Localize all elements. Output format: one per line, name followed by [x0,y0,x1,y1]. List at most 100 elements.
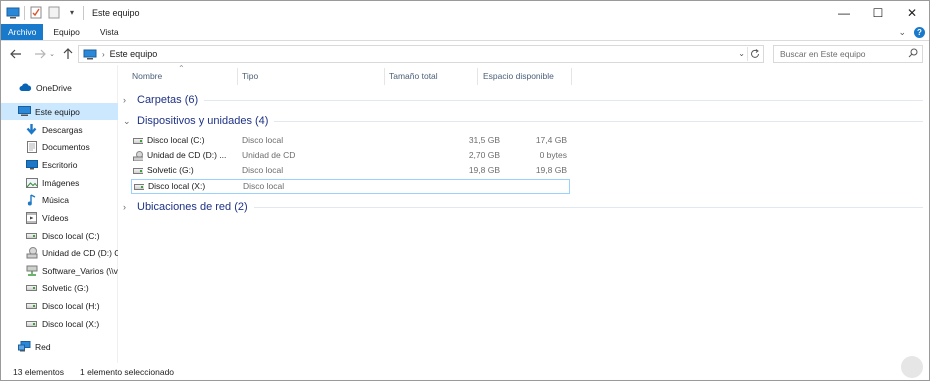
cloud-icon [19,81,32,94]
group-header-ubicaciones-red[interactable]: › Ubicaciones de red (2) [123,198,923,216]
up-button[interactable] [60,46,76,62]
chevron-down-icon: ⌄ [123,115,131,126]
column-header-tamano-total[interactable]: Tamaño total [389,65,438,87]
sidebar-item-red[interactable]: Red [1,338,118,355]
cd-drive-icon [133,151,143,161]
computer-icon [18,105,31,118]
column-divider[interactable] [384,68,385,85]
refresh-icon [750,49,759,58]
image-icon [25,176,38,189]
chevron-down-icon[interactable]: ⌄ [898,27,906,38]
sidebar-item-onedrive[interactable]: OneDrive [1,79,118,96]
search-box[interactable] [773,45,923,63]
group-divider [204,99,923,101]
minimize-button[interactable]: — [827,1,861,24]
watermark-logo [901,356,923,378]
sidebar-item-software-varios[interactable]: Software_Varios (\\v [1,262,118,279]
table-row[interactable]: Disco local (X:) Disco local [131,179,570,194]
sidebar-item-solvetic-g[interactable]: Solvetic (G:) [1,279,118,296]
sort-ascending-icon: ⌃ [178,64,185,73]
column-header-tipo[interactable]: Tipo [242,65,258,87]
recent-locations-button[interactable]: ⌄ [48,46,56,62]
breadcrumb: › Este equipo [83,49,157,60]
tab-equipo[interactable]: Equipo [43,24,89,40]
window-controls: — ☐ ✕ [827,1,929,24]
document-icon [25,140,38,153]
back-button[interactable] [8,46,24,62]
toolbar-divider [83,5,84,20]
column-divider[interactable] [571,68,572,85]
address-bar[interactable]: › Este equipo ⌄ [78,45,764,63]
download-icon [25,123,38,136]
properties-icon[interactable] [29,6,43,20]
address-dropdown-icon[interactable]: ⌄ [738,49,745,58]
tab-vista[interactable]: Vista [90,24,129,40]
drive-free-space: 17,4 GB [535,135,567,145]
drive-total-size: 2,70 GB [468,150,500,160]
arrow-left-icon [10,49,21,58]
sidebar-item-videos[interactable]: Vídeos [1,209,118,226]
sidebar-item-este-equipo[interactable]: Este equipo [1,103,118,120]
group-divider [274,120,923,122]
table-row[interactable]: Disco local (C:) Disco local 31,5 GB 17,… [131,134,570,149]
group-divider [253,206,923,208]
explorer-window: ▾ Este equipo — ☐ ✕ Archivo Equipo Vista… [0,0,930,381]
group-header-carpetas[interactable]: › Carpetas (6) [123,91,923,109]
table-row[interactable]: Unidad de CD (D:) ... Unidad de CD 2,70 … [131,149,570,164]
desktop-icon [25,158,38,171]
sidebar-item-documentos[interactable]: Documentos [1,138,118,155]
window-title: Este equipo [92,7,140,18]
sidebar-item-escritorio[interactable]: Escritorio [1,156,118,173]
video-icon [25,211,38,224]
selection-count: 1 elemento seleccionado [80,367,175,377]
column-divider[interactable] [237,68,238,85]
sidebar-item-cd-d[interactable]: Unidad de CD (D:) C [1,244,118,261]
ribbon-tabs: Archivo Equipo Vista ⌄ ? [1,24,929,41]
sidebar-item-musica[interactable]: Música [1,191,118,208]
group-header-dispositivos[interactable]: ⌄ Dispositivos y unidades (4) [123,112,923,130]
drive-name: Unidad de CD (D:) ... [147,150,227,160]
drive-total-size: 31,5 GB [468,135,500,145]
sidebar-item-disco-c[interactable]: Disco local (C:) [1,227,118,244]
drive-name: Solvetic (G:) [147,165,194,175]
quick-access-toolbar: ▾ Este equipo [1,1,140,24]
sidebar-item-descargas[interactable]: Descargas [1,121,118,138]
breadcrumb-item[interactable]: Este equipo [110,49,158,59]
sidebar-item-disco-h[interactable]: Disco local (H:) [1,297,118,314]
table-row[interactable]: Solvetic (G:) Disco local 19,8 GB 19,8 G… [131,164,570,179]
refresh-button[interactable] [747,47,761,61]
forward-button[interactable] [32,46,48,62]
status-bar: 13 elementos 1 elemento seleccionado [1,363,929,381]
tab-archivo[interactable]: Archivo [1,24,44,40]
drive-icon [25,281,38,294]
drive-icon [134,182,144,192]
drive-name: Disco local (X:) [148,181,206,191]
search-icon[interactable] [908,48,918,60]
help-icon[interactable]: ? [914,27,925,38]
column-header-espacio-disponible[interactable]: Espacio disponible [483,65,554,87]
sidebar-item-disco-x[interactable]: Disco local (X:) [1,315,118,332]
drive-type: Disco local [243,181,285,191]
cd-drive-icon [25,246,38,259]
close-button[interactable]: ✕ [895,1,929,24]
ribbon-controls: ⌄ ? [898,24,925,41]
music-icon [25,193,38,206]
computer-icon[interactable] [6,6,20,20]
file-list: ⌃ Nombre Tipo Tamaño total Espacio dispo… [119,64,929,363]
search-input[interactable] [780,49,905,59]
drive-free-space: 19,8 GB [535,165,567,175]
chevron-right-icon: › [123,95,126,105]
new-folder-icon[interactable] [47,6,61,20]
drive-type: Disco local [242,165,284,175]
customize-toolbar-icon[interactable]: ▾ [65,6,79,20]
drive-type: Unidad de CD [242,150,296,160]
arrow-up-icon [63,47,73,59]
maximize-button[interactable]: ☐ [861,1,895,24]
sidebar-item-imagenes[interactable]: Imágenes [1,174,118,191]
drive-icon [133,166,143,176]
drive-name: Disco local (C:) [147,135,205,145]
column-header-nombre[interactable]: Nombre [132,65,162,87]
breadcrumb-separator-icon[interactable]: › [102,50,105,59]
column-divider[interactable] [477,68,478,85]
drive-icon [133,136,143,146]
